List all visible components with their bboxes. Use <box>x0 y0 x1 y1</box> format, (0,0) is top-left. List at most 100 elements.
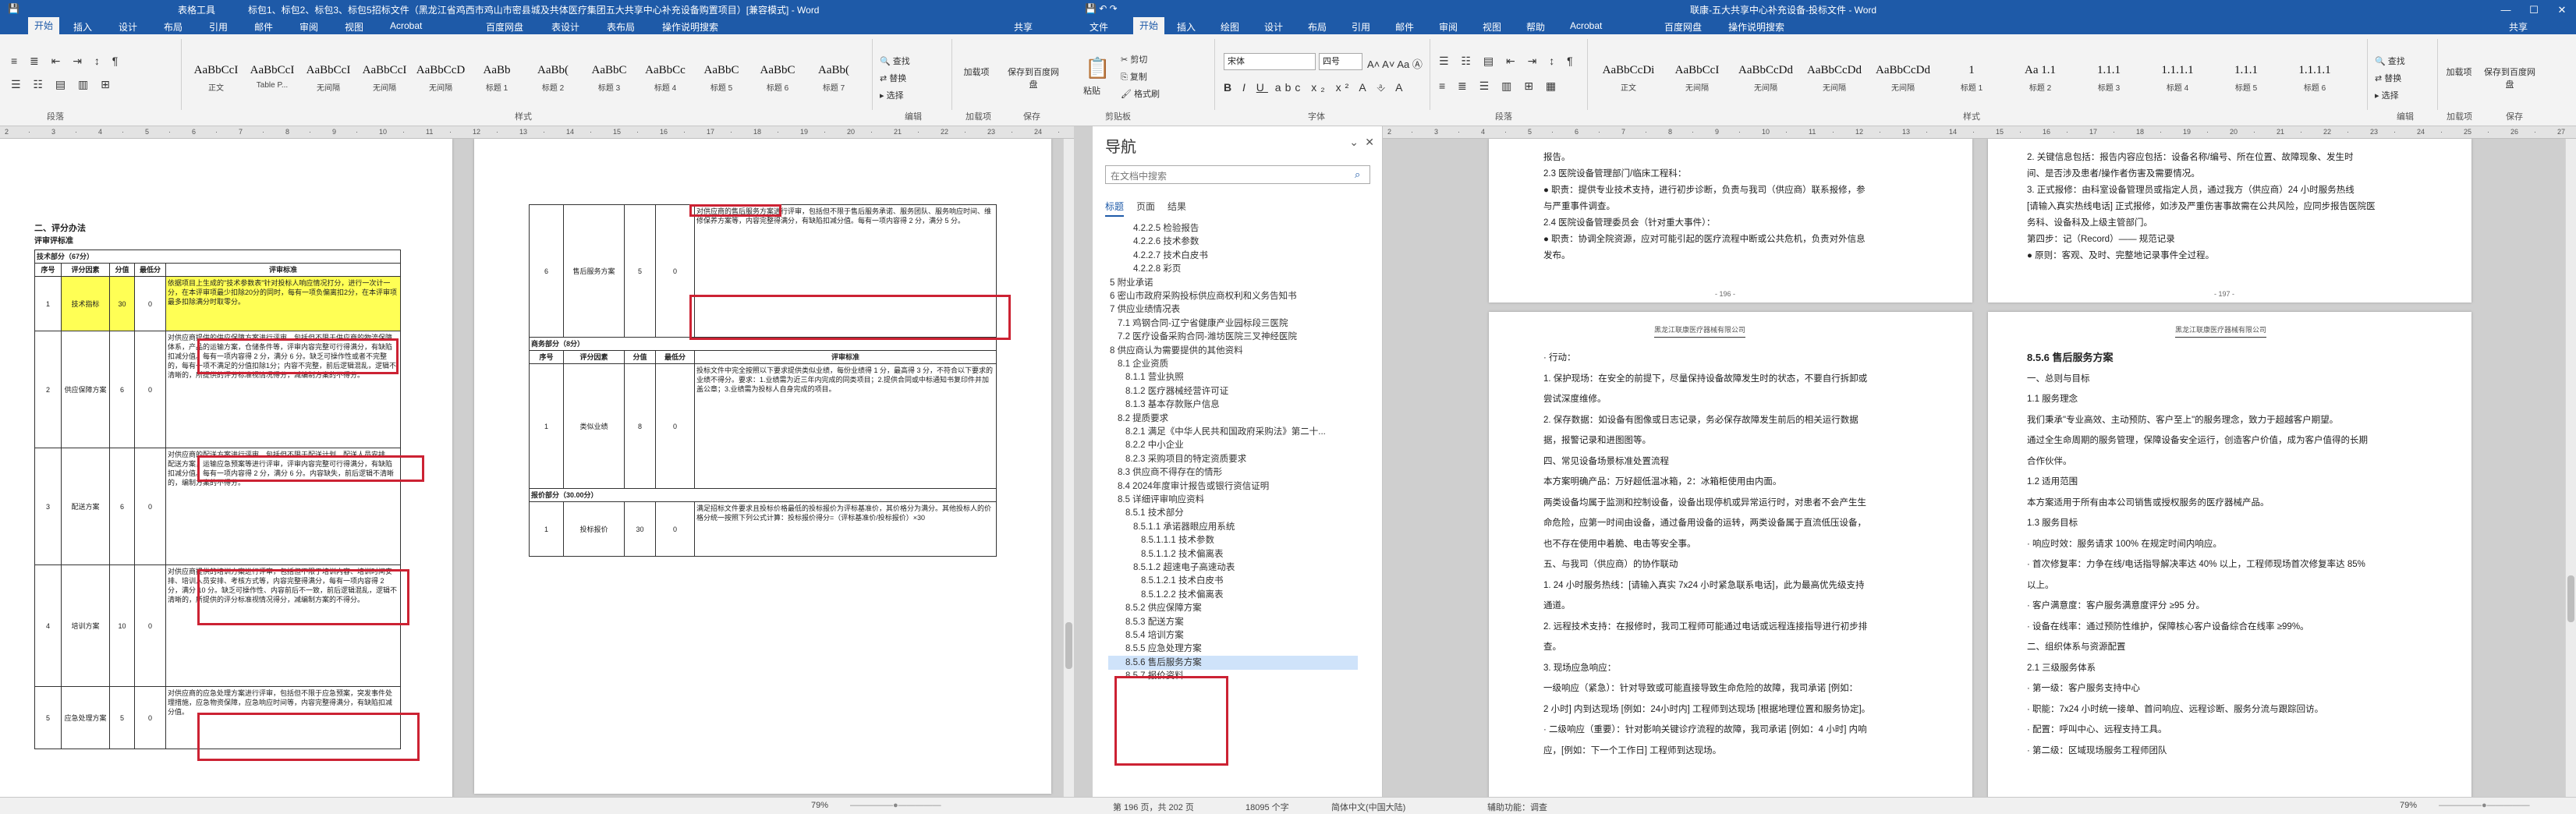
right-tab-13[interactable]: 操作说明搜索 <box>1728 20 1784 34</box>
nav-item[interactable]: 8.4 2024年度审计报告或银行资信证明 <box>1118 480 1269 494</box>
nav-item[interactable]: 8.5.1.2.2 技术偏离表 <box>1141 588 1223 602</box>
nav-item[interactable]: 8.5.1.1.2 技术偏离表 <box>1141 547 1223 561</box>
nav-item[interactable]: 8 供应商认为需要提供的其他资料 <box>1110 344 1243 358</box>
right-tab-6[interactable]: 引用 <box>1352 20 1370 34</box>
right-tab-8[interactable]: 审阅 <box>1439 20 1458 34</box>
left-tab-11[interactable]: 表布局 <box>607 20 635 34</box>
right-select-button[interactable]: ▸ 选择 <box>2375 89 2399 101</box>
paste-icon[interactable]: 📋 <box>1085 56 1110 80</box>
nav-item[interactable]: 8.5.3 配送方案 <box>1125 615 1184 629</box>
nav-item[interactable]: 8.5.1 技术部分 <box>1125 506 1184 520</box>
right-tab-7[interactable]: 邮件 <box>1395 20 1414 34</box>
page-count-status[interactable]: 第 196 页，共 202 页 <box>1113 801 1194 813</box>
nav-item[interactable]: 8.2.2 中小企业 <box>1125 438 1184 452</box>
nav-options-icon[interactable]: ⌄ <box>1349 136 1359 149</box>
right-style-8[interactable]: 1.1.1.1 标题 4 <box>2144 59 2211 93</box>
format-painter-button[interactable]: 🖌 格式刷 <box>1121 87 1160 100</box>
left-tab-2[interactable]: 设计 <box>119 20 137 34</box>
nav-tab-headings[interactable]: 标题 <box>1105 200 1125 217</box>
left-vertical-scrollbar[interactable] <box>1063 139 1074 797</box>
left-style-11[interactable]: AaBb(标题 7 <box>806 59 861 93</box>
nav-item[interactable]: 4.2.2.8 彩页 <box>1133 262 1181 276</box>
font-size-select[interactable]: 四号 <box>1319 53 1362 70</box>
nav-item[interactable]: 4.2.2.6 技术参数 <box>1133 235 1199 249</box>
addins-button[interactable]: 加载项 <box>961 65 992 78</box>
left-tab-3[interactable]: 布局 <box>164 20 182 34</box>
nav-item[interactable]: 4.2.2.5 检验报告 <box>1133 221 1199 235</box>
left-tab-6[interactable]: 审阅 <box>299 20 318 34</box>
right-style-9[interactable]: 1.1.1 标题 5 <box>2213 59 2280 93</box>
left-tab-1[interactable]: 插入 <box>73 20 92 34</box>
right-style-4[interactable]: AaBbCcDd 无间隔 <box>1869 59 1936 93</box>
nav-tab-results[interactable]: 结果 <box>1168 200 1186 213</box>
left-tab-9[interactable]: 百度网盘 <box>486 20 523 34</box>
nav-close-icon[interactable]: ✕ <box>1365 136 1374 149</box>
right-tab-2[interactable]: 插入 <box>1177 20 1196 34</box>
nav-item[interactable]: 4.2.2.7 技术白皮书 <box>1133 249 1208 263</box>
left-style-10[interactable]: AaBbC 标题 6 <box>750 59 805 93</box>
left-tab-5[interactable]: 邮件 <box>254 20 273 34</box>
right-replace-button[interactable]: ⇄ 替换 <box>2375 72 2401 84</box>
nav-item[interactable]: 7 供应业绩情况表 <box>1110 303 1180 317</box>
right-addins-button[interactable]: 加载项 <box>2443 65 2475 78</box>
nav-item[interactable]: 8.5.6 售后服务方案 <box>1108 655 1358 670</box>
paste-button[interactable]: 粘贴 <box>1083 84 1100 97</box>
font-grow-shrink-icons[interactable]: A˄ A˅ Aa Ⓐ <box>1367 56 1423 71</box>
right-zoom-slider[interactable]: —————●————— <box>2439 801 2530 810</box>
left-tab-10[interactable]: 表设计 <box>551 20 579 34</box>
minimize-button[interactable]: — <box>2492 3 2520 17</box>
right-share-button[interactable]: 共享 <box>2509 20 2528 34</box>
left-style-3[interactable]: AaBbCcI 无间隔 <box>357 59 412 93</box>
font-name-select[interactable]: 宋体 <box>1224 53 1316 70</box>
left-style-0[interactable]: AaBbCcI 正文 <box>189 59 243 93</box>
left-zoom-label[interactable]: 79% <box>811 801 828 810</box>
select-button[interactable]: ▸ 选择 <box>880 89 904 101</box>
nav-search-input[interactable]: 在文档中搜索 <box>1105 165 1370 184</box>
left-zoom-slider[interactable]: —————●————— <box>850 801 941 810</box>
right-style-3[interactable]: AaBbCcDd 无间隔 <box>1801 59 1868 93</box>
left-tab-7[interactable]: 视图 <box>345 20 363 34</box>
nav-item[interactable]: 7.2 医疗设备采购合同-潍坊医院三叉神经医院 <box>1118 330 1297 344</box>
right-style-1[interactable]: AaBbCcI 无间隔 <box>1664 59 1731 93</box>
cut-button[interactable]: ✂ 剪切 <box>1121 53 1147 65</box>
left-style-1[interactable]: AaBbCcI Table P... <box>245 59 299 90</box>
nav-item[interactable]: 8.2.1 满足《中华人民共和国政府采购法》第二十... <box>1125 425 1326 439</box>
right-zoom-label[interactable]: 79% <box>2400 801 2417 810</box>
right-style-7[interactable]: 1.1.1 标题 3 <box>2075 59 2142 93</box>
nav-item[interactable]: 8.5.4 培训方案 <box>1125 628 1184 642</box>
alignment-icons[interactable]: ☰ ☷ ▤ ▥ ⊞ <box>11 78 115 91</box>
right-style-6[interactable]: Aa 1.1 标题 2 <box>2007 59 2074 93</box>
left-style-4[interactable]: AaBbCcD 无间隔 <box>413 59 468 93</box>
left-style-5[interactable]: AaBb 标题 1 <box>469 59 524 93</box>
right-style-2[interactable]: AaBbCcDd 无间隔 <box>1732 59 1799 93</box>
right-save-baidu-button[interactable]: 保存到百度网盘 <box>2482 65 2537 90</box>
left-style-8[interactable]: AaBbCc 标题 4 <box>638 59 693 93</box>
left-tab-8[interactable]: Acrobat <box>390 20 422 31</box>
right-style-0[interactable]: AaBbCcDi 正文 <box>1595 59 1662 93</box>
paragraph-format-icons[interactable]: ≡ ≣ ⇤ ⇥ ↕ ¶ <box>11 55 122 68</box>
nav-item[interactable]: 8.5.7 报价资料 <box>1125 669 1184 683</box>
find-button[interactable]: 🔍 查找 <box>880 55 910 67</box>
nav-search-icon[interactable]: ⌕ <box>1355 168 1360 181</box>
right-tab-3[interactable]: 绘图 <box>1221 20 1239 34</box>
font-format-icons[interactable]: B I U abc x₂ x² A ⎀ A <box>1224 81 1407 94</box>
left-tab-0[interactable]: 开始 <box>28 17 60 34</box>
save-baidu-button[interactable]: 保存到百度网盘 <box>1006 65 1061 90</box>
right-tab-9[interactable]: 视图 <box>1483 20 1501 34</box>
right-alignment-icons[interactable]: ≡ ≣ ☰ ▥ ⊞ ▦ <box>1439 80 1561 93</box>
nav-item[interactable]: 8.5.5 应急处理方案 <box>1125 642 1202 656</box>
replace-button[interactable]: ⇄ 替换 <box>880 72 906 84</box>
nav-item[interactable]: 8.1.2 医疗器械经营许可证 <box>1125 384 1228 398</box>
right-style-10[interactable]: 1.1.1.1 标题 6 <box>2281 59 2348 93</box>
left-share-button[interactable]: 共享 <box>1014 20 1033 34</box>
left-style-2[interactable]: AaBbCcI 无间隔 <box>301 59 356 93</box>
nav-tab-pages[interactable]: 页面 <box>1136 200 1155 213</box>
maximize-button[interactable]: ☐ <box>2520 3 2548 17</box>
right-tab-5[interactable]: 布局 <box>1308 20 1327 34</box>
autosave-icon[interactable]: 💾 <box>8 3 19 14</box>
nav-item[interactable]: 8.2 提质要求 <box>1118 412 1168 426</box>
list-icons[interactable]: ☰ ☷ ▤ ⇤ ⇥ ↕ ¶ <box>1439 55 1578 68</box>
word-count-status[interactable]: 18095 个字 <box>1245 801 1289 813</box>
nav-item[interactable]: 8.5.1.2 超速电子高速动表 <box>1133 561 1235 575</box>
language-status[interactable]: 简体中文(中国大陆) <box>1331 801 1405 813</box>
